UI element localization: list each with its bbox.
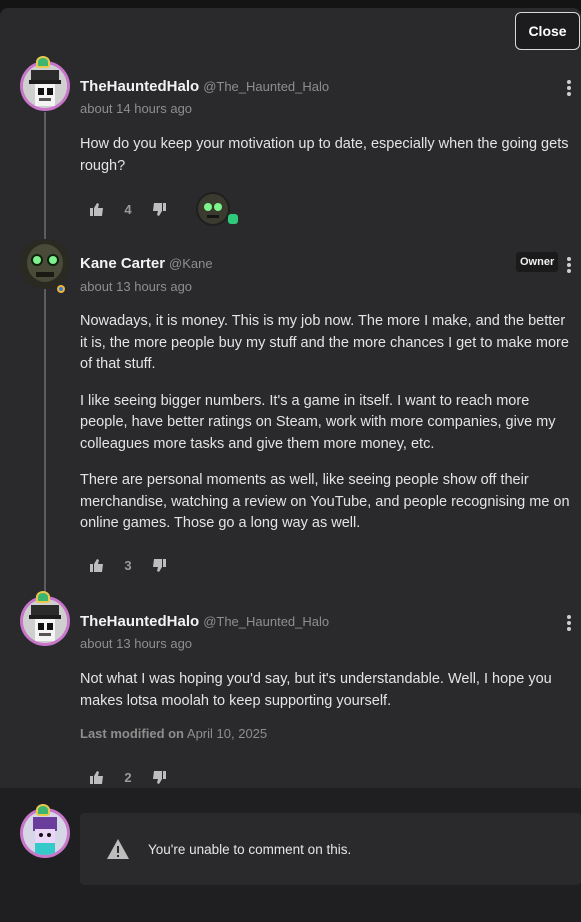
thread-line	[44, 112, 46, 592]
close-button[interactable]: Close	[515, 12, 580, 50]
dislike-button[interactable]	[142, 553, 176, 577]
avatar[interactable]	[20, 239, 70, 289]
thumbs-up-icon	[90, 770, 103, 784]
like-button[interactable]	[80, 197, 114, 221]
comment-actions: 2	[80, 765, 176, 789]
like-button[interactable]	[80, 765, 114, 789]
author-handle[interactable]: @The_Haunted_Halo	[203, 614, 329, 629]
like-count: 3	[124, 557, 132, 573]
avatar[interactable]	[20, 61, 70, 111]
warning-icon	[107, 839, 129, 859]
like-count: 4	[124, 201, 132, 217]
thumbs-down-icon	[153, 202, 166, 216]
comment-body: Nowadays, it is money. This is my job no…	[80, 311, 570, 550]
comment-paragraph: How do you keep your motivation up to da…	[80, 136, 569, 174]
more-options-icon[interactable]	[566, 615, 572, 631]
author-name[interactable]: Kane Carter	[80, 255, 165, 272]
comment-paragraph: Not what I was hoping you'd say, but it'…	[80, 671, 552, 709]
comment-paragraph: Nowadays, it is money. This is my job no…	[80, 313, 569, 372]
comment-body: How do you keep your motivation up to da…	[80, 134, 570, 192]
comment-actions: 3	[80, 553, 176, 577]
compose-area: You're unable to comment on this.	[0, 788, 581, 922]
comment-time: about 13 hours ago	[80, 279, 193, 294]
thumbs-up-icon	[90, 558, 103, 572]
avatar[interactable]	[20, 596, 70, 646]
thumbs-down-icon	[153, 558, 166, 572]
reactor-avatar[interactable]	[196, 192, 230, 226]
comment-paragraph: I like seeing bigger numbers. It's a gam…	[80, 392, 556, 452]
comment-body: Not what I was hoping you'd say, but it'…	[80, 669, 570, 727]
comment-disabled-notice: You're unable to comment on this.	[80, 813, 581, 885]
modified-date: April 10, 2025	[186, 726, 268, 741]
last-modified: Last modified on April 10, 2025	[80, 726, 267, 741]
like-count: 2	[124, 769, 132, 785]
reply-badge-icon	[228, 214, 238, 224]
comment-paragraph: There are personal moments as well, like…	[80, 472, 570, 531]
author-handle[interactable]: @Kane	[169, 256, 213, 271]
halo-crown-icon	[36, 591, 50, 603]
modified-label: Last modified on	[80, 726, 184, 741]
thumbs-up-icon	[90, 202, 103, 216]
top-strip	[0, 0, 581, 8]
comments-panel: Close TheHauntedHalo @The_Haunted_Halo ab…	[0, 8, 581, 788]
comment-time: about 13 hours ago	[80, 636, 193, 651]
comment-time: about 14 hours ago	[80, 101, 193, 116]
dislike-button[interactable]	[142, 765, 176, 789]
comment-author[interactable]: TheHauntedHalo @The_Haunted_Halo	[80, 78, 329, 95]
dislike-button[interactable]	[142, 197, 176, 221]
author-name[interactable]: TheHauntedHalo	[80, 78, 199, 95]
halo-crown-icon	[36, 804, 50, 816]
thumbs-down-icon	[153, 770, 166, 784]
notice-text: You're unable to comment on this.	[148, 841, 352, 857]
owner-indicator-icon	[55, 283, 67, 295]
more-options-icon[interactable]	[566, 80, 572, 96]
author-name[interactable]: TheHauntedHalo	[80, 613, 199, 630]
like-button[interactable]	[80, 553, 114, 577]
owner-badge: Owner	[516, 252, 559, 272]
more-options-icon[interactable]	[566, 257, 572, 273]
comment-actions: 4	[80, 197, 176, 221]
halo-crown-icon	[36, 56, 50, 68]
comment-author[interactable]: Kane Carter @Kane	[80, 255, 213, 272]
author-handle[interactable]: @The_Haunted_Halo	[203, 79, 329, 94]
comment-author[interactable]: TheHauntedHalo @The_Haunted_Halo	[80, 613, 329, 630]
